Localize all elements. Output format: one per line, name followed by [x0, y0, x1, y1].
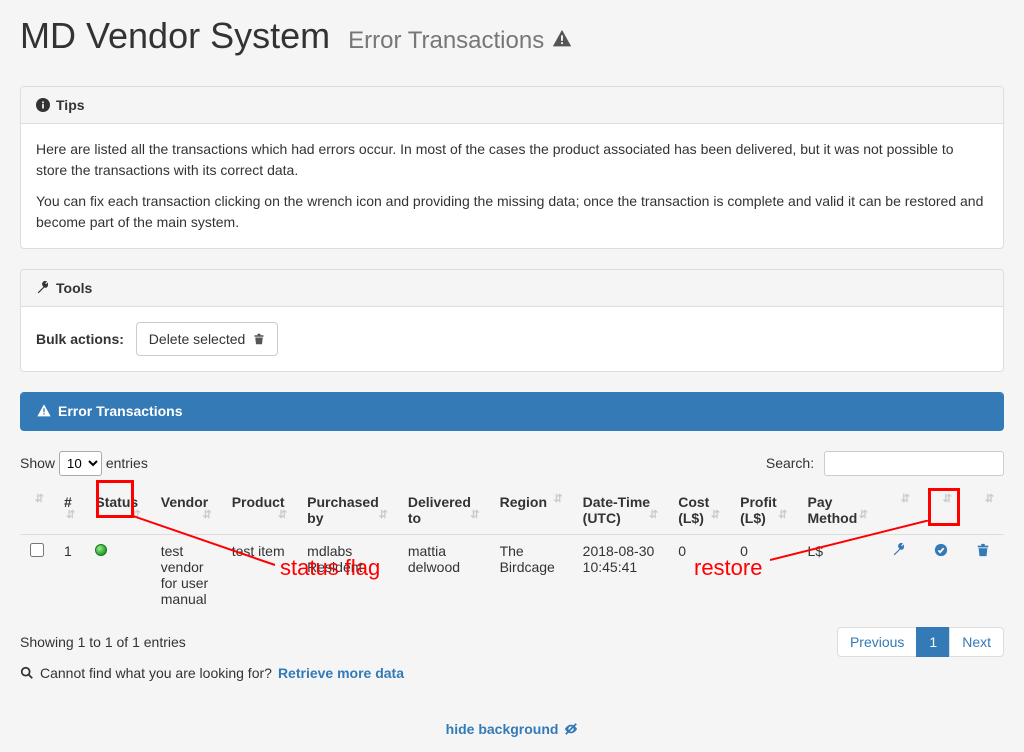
delete-selected-button[interactable]: Delete selected — [136, 322, 278, 356]
row-checkbox[interactable] — [30, 543, 44, 557]
warning-icon — [551, 28, 573, 50]
col-profit[interactable]: Profit (L$)⇵ — [730, 486, 797, 535]
col-pay-method[interactable]: Pay Method⇵ — [798, 486, 878, 535]
delete-selected-label: Delete selected — [149, 331, 246, 347]
eye-slash-icon — [564, 722, 578, 736]
page-title: MD Vendor System — [20, 15, 330, 56]
col-product[interactable]: Product⇵ — [222, 486, 297, 535]
error-transactions-title: Error Transactions — [58, 403, 183, 419]
cell-product: test item — [222, 535, 297, 616]
table-header-row: ⇵ #⇵ Status⇵ Vendor⇵ Product⇵ Purchased … — [20, 486, 1004, 535]
col-num[interactable]: #⇵ — [54, 486, 85, 535]
datatable-controls: Show 10 entries Search: — [20, 451, 1004, 476]
col-actions-2[interactable]: ⇵ — [920, 486, 962, 535]
info-icon — [36, 98, 50, 112]
retrieve-more-link[interactable]: Retrieve more data — [278, 665, 404, 681]
col-actions-3[interactable]: ⇵ — [962, 486, 1004, 535]
tools-title: Tools — [56, 280, 92, 296]
next-button[interactable]: Next — [949, 627, 1004, 657]
tips-paragraph-2: You can fix each transaction clicking on… — [36, 191, 988, 233]
datatable-footer: Showing 1 to 1 of 1 entries Previous 1 N… — [20, 627, 1004, 657]
delete-row-button[interactable] — [976, 544, 990, 560]
col-cost[interactable]: Cost (L$)⇵ — [668, 486, 730, 535]
entries-label: entries — [106, 455, 148, 471]
fix-wrench-button[interactable] — [892, 544, 906, 560]
col-vendor[interactable]: Vendor⇵ — [151, 486, 222, 535]
tools-panel: Tools Bulk actions: Delete selected — [20, 269, 1004, 372]
cell-status — [85, 535, 150, 616]
tools-heading: Tools — [21, 270, 1003, 307]
prev-button[interactable]: Previous — [837, 627, 917, 657]
trash-icon — [253, 333, 265, 345]
cell-delivered-to: mattia delwood — [398, 535, 490, 616]
col-delivered-to[interactable]: Delivered to⇵ — [398, 486, 490, 535]
retrieve-more-row: Cannot find what you are looking for? Re… — [20, 665, 1004, 681]
tips-body: Here are listed all the transactions whi… — [21, 124, 1003, 248]
tips-paragraph-1: Here are listed all the transactions whi… — [36, 139, 988, 181]
datatable-info: Showing 1 to 1 of 1 entries — [20, 634, 186, 650]
status-dot-icon — [95, 544, 107, 556]
wrench-icon — [36, 281, 50, 295]
cell-datetime: 2018-08-30 10:45:41 — [573, 535, 669, 616]
col-purchased-by[interactable]: Purchased by⇵ — [297, 486, 398, 535]
error-transactions-panel: Error Transactions — [20, 392, 1004, 431]
search-input[interactable] — [824, 451, 1004, 476]
show-label: Show — [20, 455, 55, 471]
search-control: Search: — [766, 451, 1004, 476]
length-select[interactable]: 10 — [59, 451, 102, 476]
col-checkbox[interactable]: ⇵ — [20, 486, 54, 535]
page-header: MD Vendor System Error Transactions — [20, 15, 1004, 66]
table-row: 1 test vendor for user manual test item … — [20, 535, 1004, 616]
footer: hide background — [20, 721, 1004, 737]
page-container: MD Vendor System Error Transactions Tips… — [0, 0, 1024, 752]
cell-cost: 0 — [668, 535, 730, 616]
search-icon — [20, 666, 34, 680]
hide-background-link[interactable]: hide background — [446, 721, 579, 737]
length-control: Show 10 entries — [20, 451, 148, 476]
col-datetime[interactable]: Date-Time (UTC)⇵ — [573, 486, 669, 535]
page-1-button[interactable]: 1 — [916, 627, 950, 657]
warning-icon — [36, 403, 52, 419]
tools-body: Bulk actions: Delete selected — [21, 307, 1003, 371]
search-label: Search: — [766, 455, 814, 471]
col-actions-1[interactable]: ⇵ — [878, 486, 920, 535]
restore-button[interactable] — [934, 544, 948, 560]
cell-pay-method: L$ — [798, 535, 878, 616]
tips-title: Tips — [56, 97, 85, 113]
col-region[interactable]: Region⇵ — [490, 486, 573, 535]
bulk-actions-label: Bulk actions: — [36, 331, 124, 347]
cell-region: The Birdcage — [490, 535, 573, 616]
cell-profit: 0 — [730, 535, 797, 616]
pagination: Previous 1 Next — [838, 627, 1004, 657]
error-transactions-heading: Error Transactions — [21, 393, 1003, 430]
cell-num: 1 — [54, 535, 85, 616]
page-subtitle: Error Transactions — [348, 27, 544, 54]
retrieve-prefix: Cannot find what you are looking for? — [40, 665, 272, 681]
col-status[interactable]: Status⇵ — [85, 486, 150, 535]
tips-heading: Tips — [21, 87, 1003, 124]
transactions-table: ⇵ #⇵ Status⇵ Vendor⇵ Product⇵ Purchased … — [20, 486, 1004, 615]
cell-vendor: test vendor for user manual — [151, 535, 222, 616]
cell-purchased-by: mdlabs Resident — [297, 535, 398, 616]
tips-panel: Tips Here are listed all the transaction… — [20, 86, 1004, 249]
